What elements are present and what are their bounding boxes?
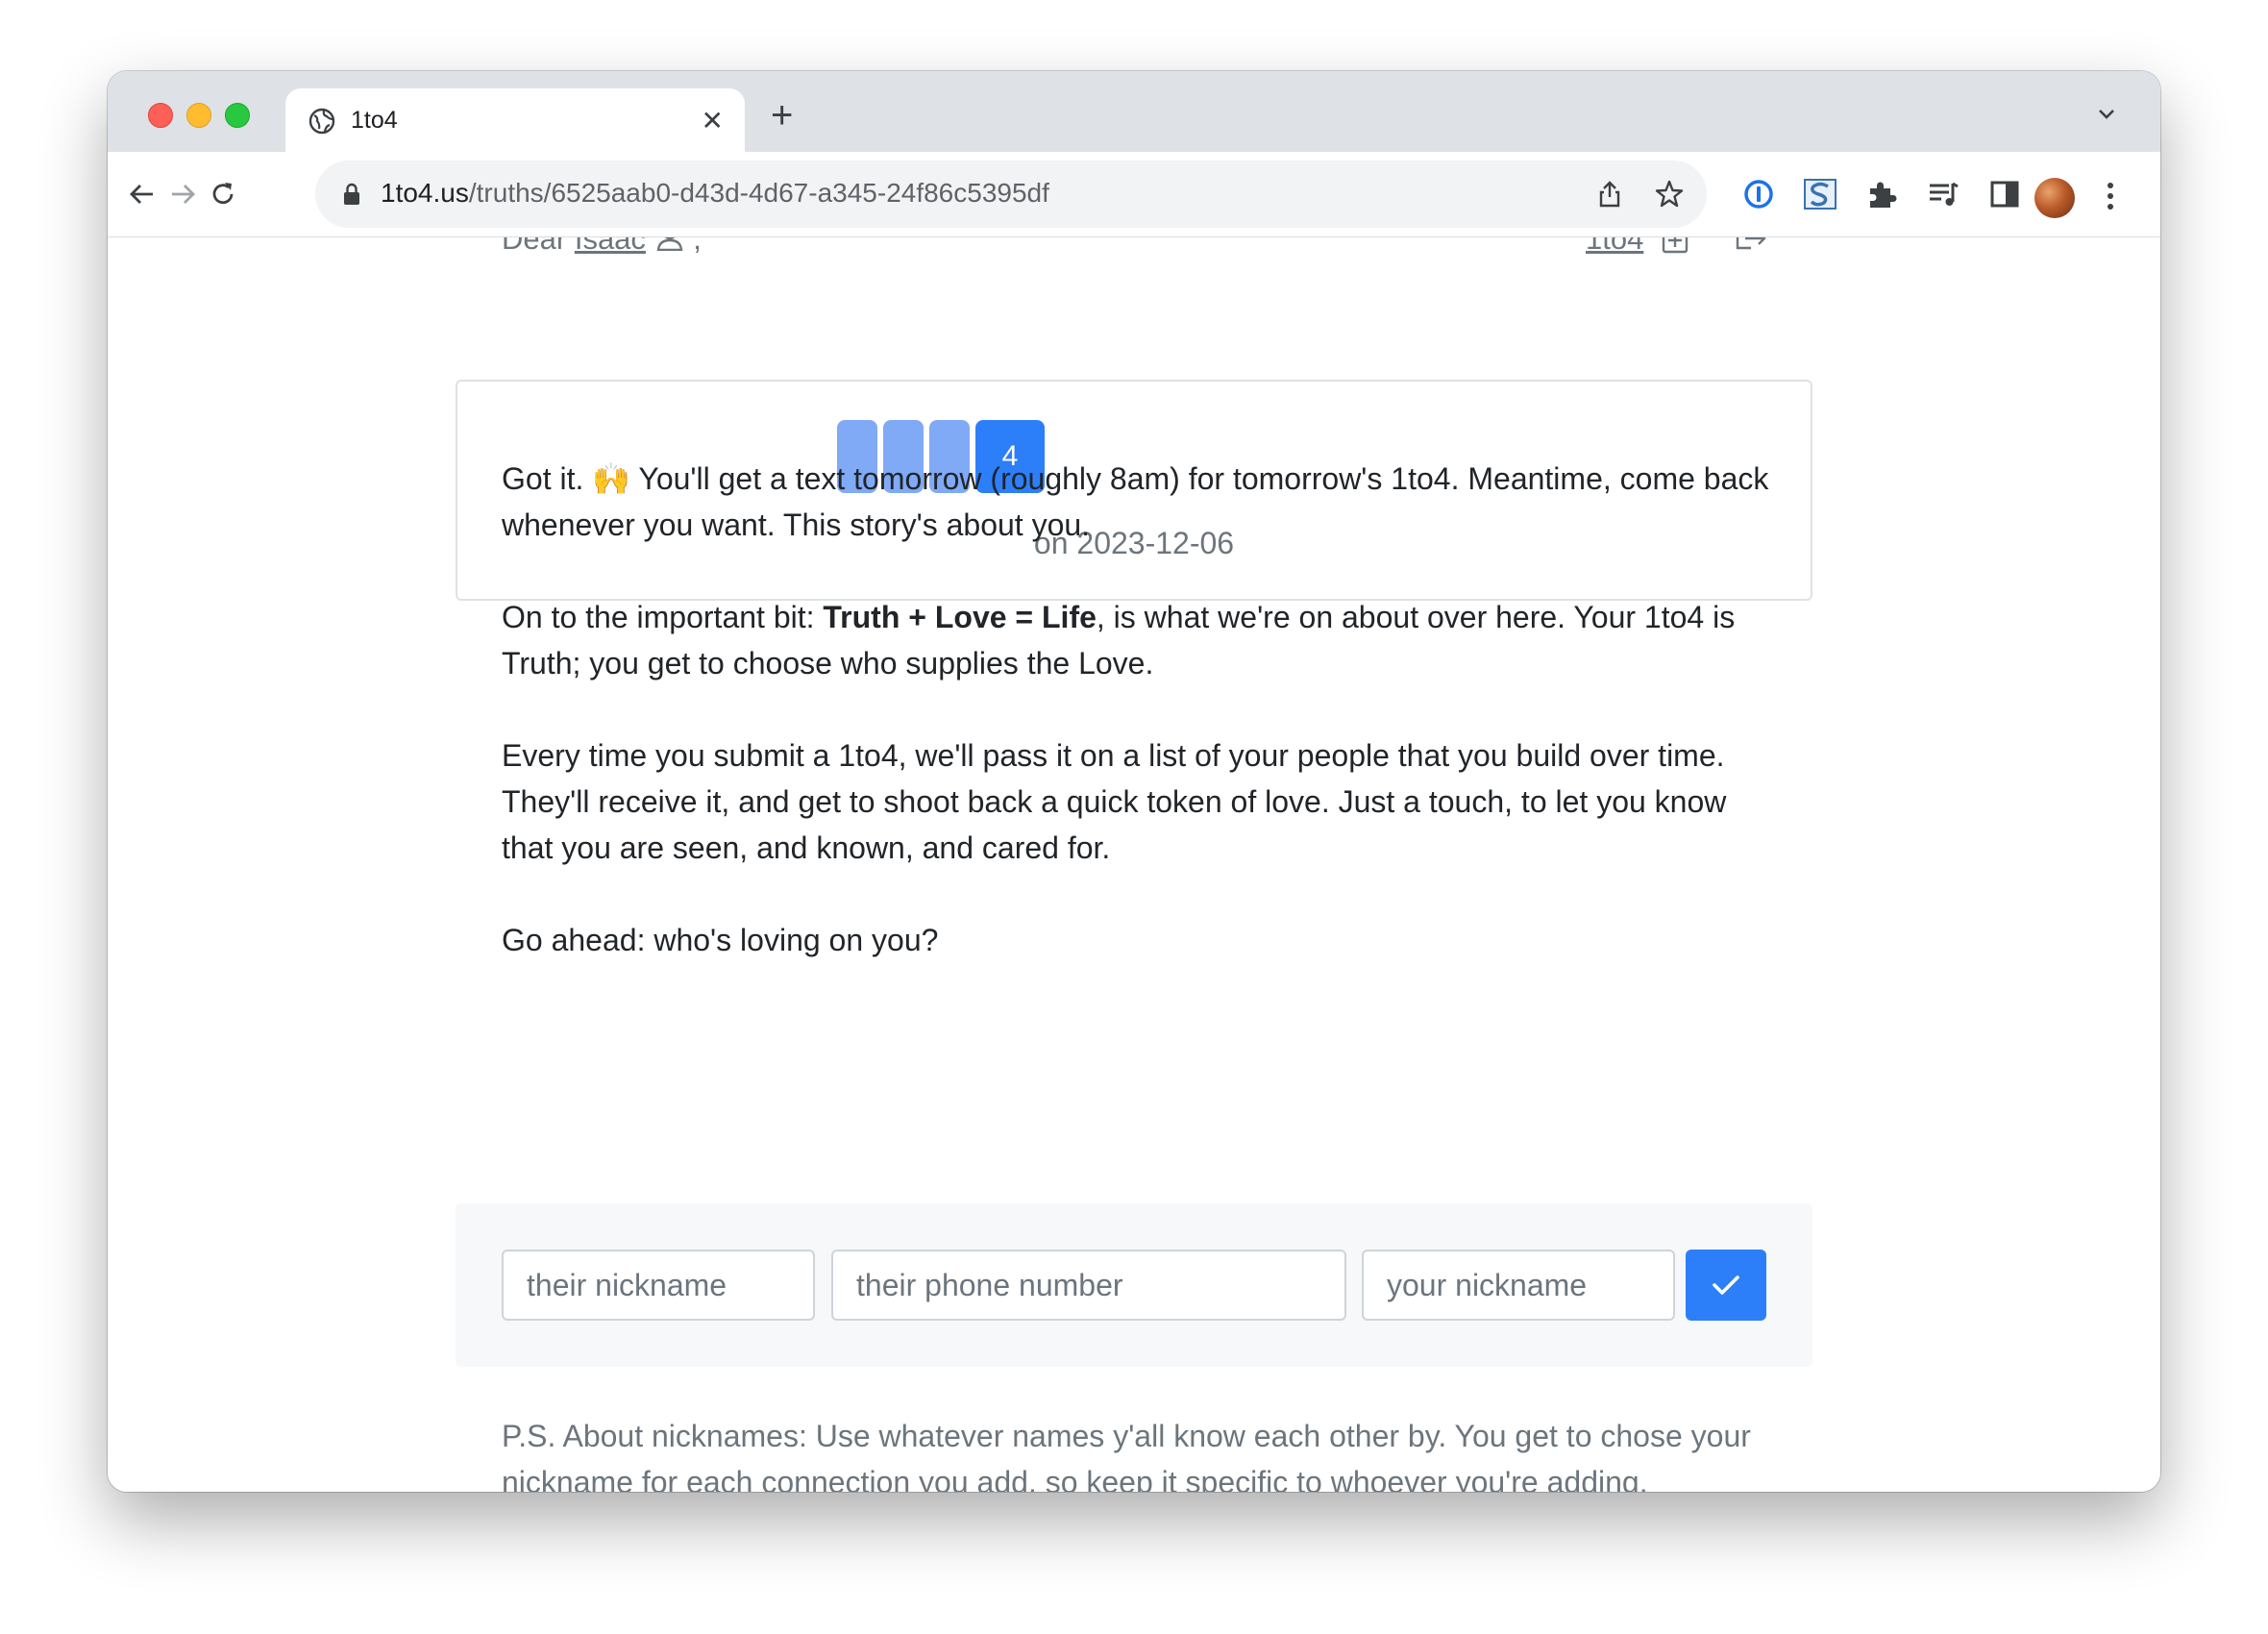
nickname-note: P.S. About nicknames: Use whatever names…	[502, 1419, 1751, 1492]
profile-avatar[interactable]	[2034, 178, 2075, 218]
reload-icon[interactable]	[208, 179, 238, 210]
tab-strip: 1to4 ✕ +	[108, 71, 2160, 152]
s-extension-icon[interactable]	[1803, 177, 1837, 211]
maximize-window-button[interactable]	[225, 103, 250, 128]
new-tab-button[interactable]: +	[771, 96, 793, 135]
puzzle-extensions-icon[interactable]	[1864, 177, 1899, 211]
globe-icon	[308, 108, 335, 135]
side-panel-icon[interactable]	[1987, 177, 2022, 211]
forward-arrow-icon[interactable]	[167, 179, 198, 210]
share-icon[interactable]	[1595, 180, 1624, 209]
greeting: Dear Isaac ,	[502, 237, 702, 257]
checkmark-icon	[1713, 1275, 1739, 1295]
message-paragraph-1: Got it. 🙌 You'll get a text tomorrow (ro…	[502, 461, 1769, 542]
back-arrow-icon[interactable]	[127, 179, 158, 210]
add-box-icon[interactable]	[1661, 237, 1689, 255]
user-name-link[interactable]: Isaac	[575, 237, 646, 256]
their-phone-input[interactable]	[831, 1250, 1346, 1321]
their-nickname-input[interactable]	[502, 1250, 815, 1321]
browser-toolbar: 1to4.us/truths/6525aab0-d43d-4d67-a345-2…	[108, 152, 2160, 237]
tab-title: 1to4	[351, 107, 398, 134]
close-window-button[interactable]	[148, 103, 173, 128]
submit-connection-button[interactable]	[1686, 1250, 1766, 1321]
your-nickname-input[interactable]	[1362, 1250, 1675, 1321]
browser-window: 1to4 ✕ + 1to4.us/truths/6525aab0-d43d-4d…	[108, 71, 2160, 1492]
truth-love-life-text: Truth + Love = Life	[823, 600, 1097, 634]
user-icon	[656, 237, 682, 252]
home-link[interactable]: 1to4	[1586, 237, 1643, 257]
more-menu-icon[interactable]	[2107, 181, 2114, 211]
chevron-down-icon[interactable]	[2093, 100, 2120, 127]
password-manager-icon[interactable]	[1741, 177, 1776, 211]
address-bar[interactable]: 1to4.us/truths/6525aab0-d43d-4d67-a345-2…	[315, 161, 1707, 228]
lock-icon[interactable]	[340, 182, 363, 207]
message-paragraph-3: Every time you submit a 1to4, we'll pass…	[502, 738, 1727, 865]
message-paragraph-4: Go ahead: who's loving on you?	[502, 923, 939, 957]
logout-icon[interactable]	[1734, 237, 1768, 253]
message-paragraph-2: On to the important bit: Truth + Love = …	[502, 600, 1736, 681]
bookmark-star-icon[interactable]	[1653, 178, 1686, 210]
tab-1to4[interactable]: 1to4 ✕	[285, 88, 745, 152]
reading-list-icon[interactable]	[1926, 177, 1960, 211]
url-text[interactable]: 1to4.us/truths/6525aab0-d43d-4d67-a345-2…	[381, 178, 1049, 209]
add-connection-form	[456, 1203, 1812, 1367]
page-content: Dear Isaac , 1to4 4 on 2023-12-06 Got it…	[108, 237, 2160, 1492]
close-tab-icon[interactable]: ✕	[702, 108, 724, 135]
minimize-window-button[interactable]	[186, 103, 211, 128]
